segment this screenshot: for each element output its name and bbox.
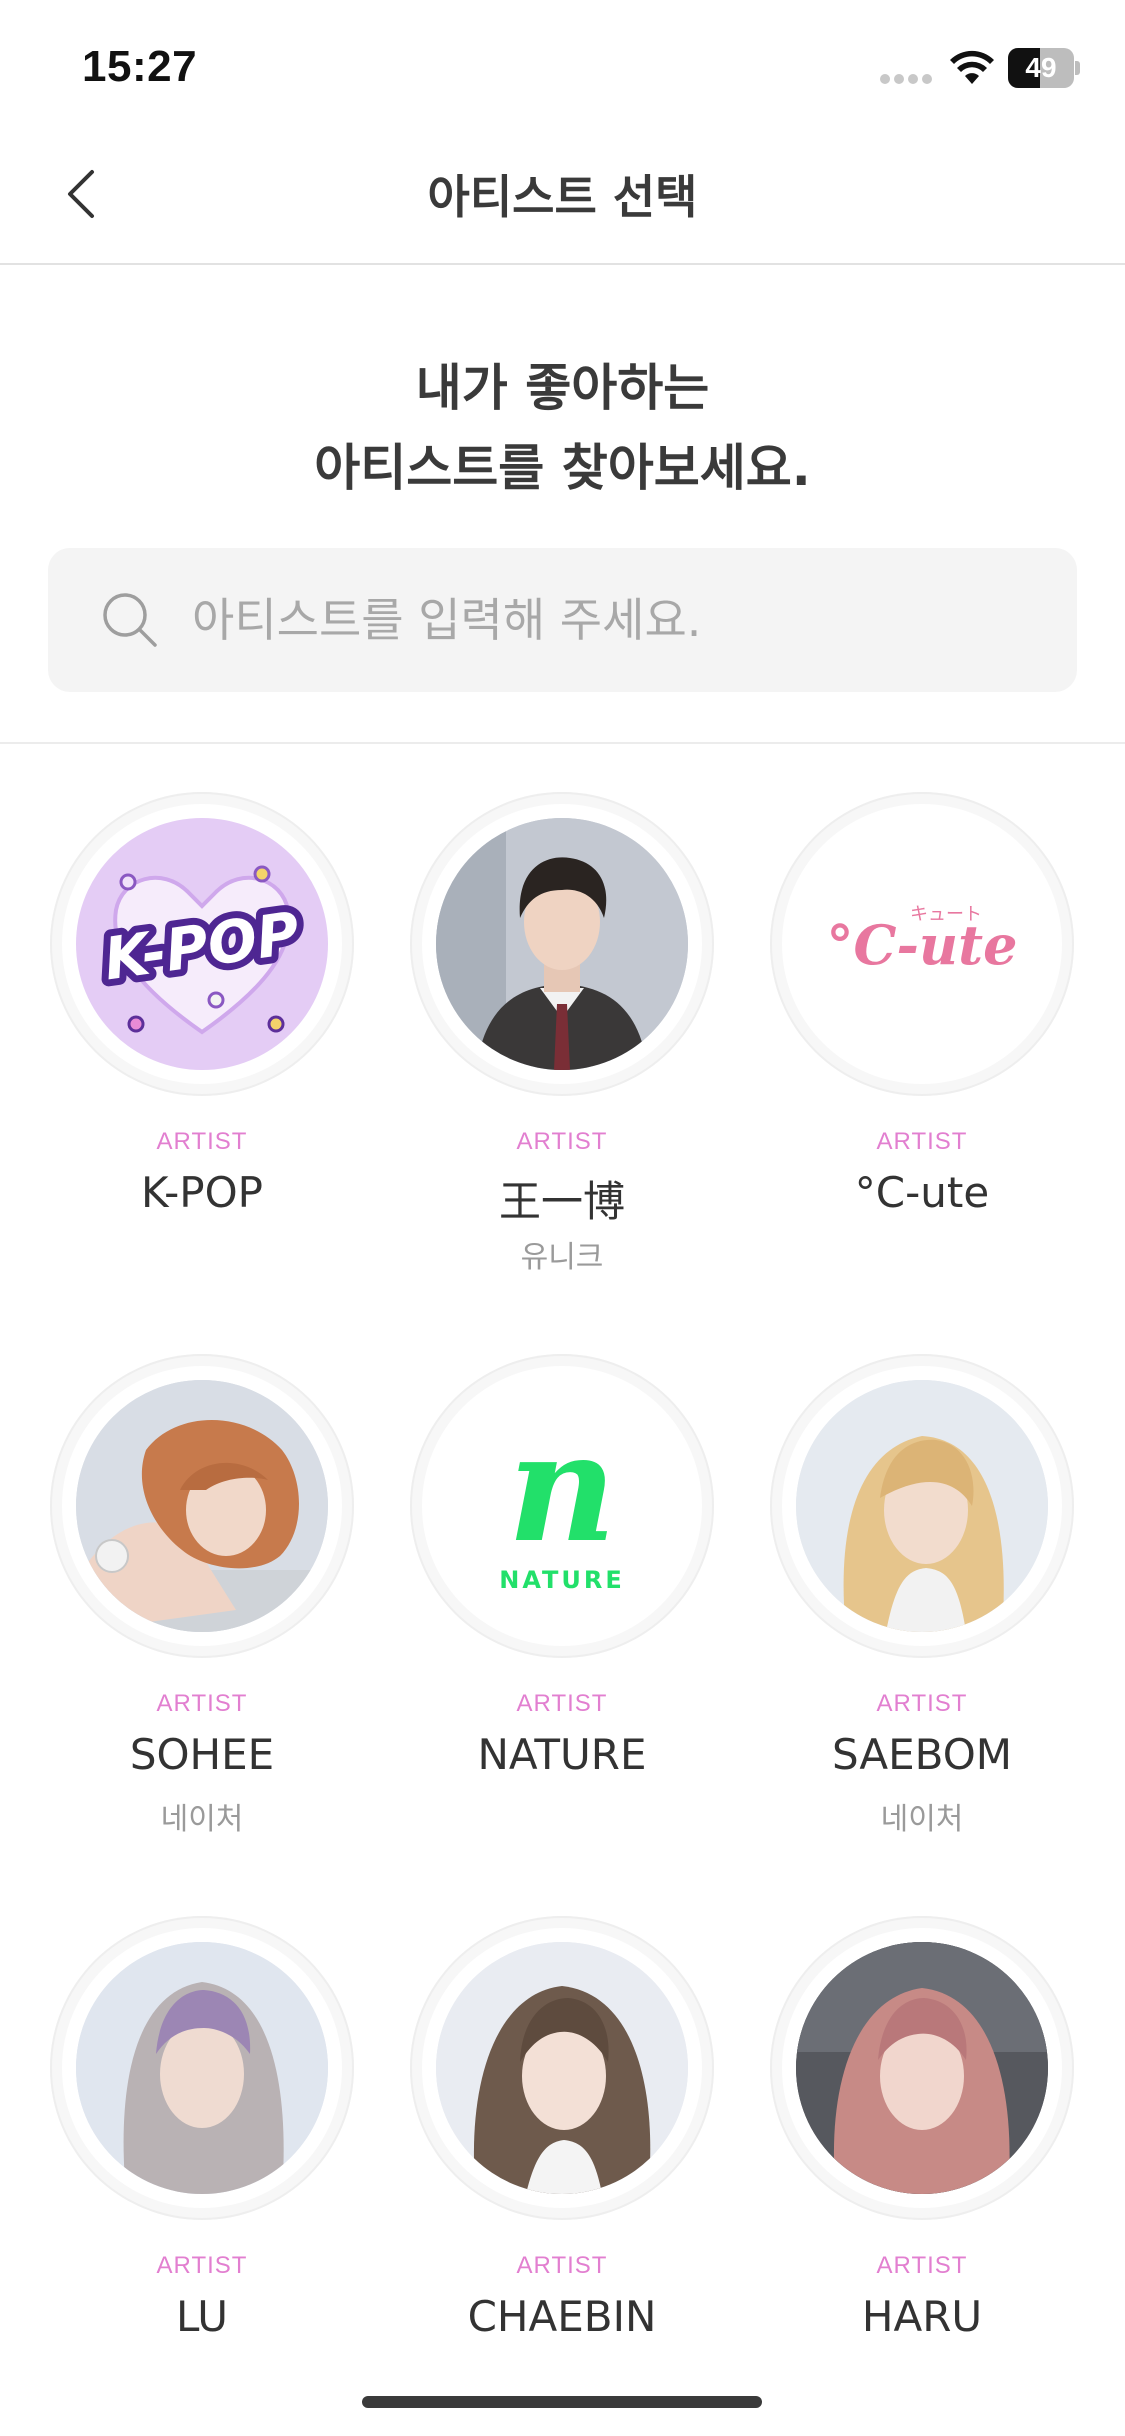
avatar-ring [770, 1354, 1074, 1658]
artist-name: °C-ute [854, 1168, 990, 1217]
artist-name: LU [175, 2292, 229, 2340]
nature-logo-text: NATURE [499, 1566, 625, 1594]
artist-tag: ARTIST [876, 1128, 968, 1155]
kpop-logo: K-POP K-POP [76, 818, 328, 1070]
artist-card-wang-yibo[interactable]: ARTIST 王一博 유니크 [382, 792, 742, 1332]
artist-tag: ARTIST [156, 1690, 248, 1717]
avatar-ring [50, 1916, 354, 2220]
artist-name: SAEBOM [831, 1730, 1013, 1779]
artist-grid: K-POP K-POP ARTIST K-POP ARTIST 王一博 유니크 … [0, 0, 1125, 2340]
avatar-ring: K-POP K-POP [50, 792, 354, 1096]
artist-tag: ARTIST [156, 1128, 248, 1155]
artist-name: SOHEE [129, 1730, 275, 1779]
artist-tag: ARTIST [876, 1690, 968, 1717]
cute-logo-text: °C-ute [827, 913, 1018, 977]
artist-group: 네이처 [880, 1802, 964, 1837]
artist-card-saebom[interactable]: ARTIST SAEBOM 네이처 [742, 1354, 1102, 1894]
artist-card-kpop[interactable]: K-POP K-POP ARTIST K-POP [22, 792, 382, 1332]
nature-logo-mark: n [507, 1400, 616, 1576]
home-indicator [362, 2396, 762, 2408]
artist-card-cute[interactable]: キュート °C-ute ARTIST °C-ute [742, 792, 1102, 1332]
artist-name: 王一博 [498, 1177, 625, 1226]
avatar-ring [50, 1354, 354, 1658]
artist-name: CHAEBIN [467, 2292, 657, 2340]
artist-photo [76, 1942, 328, 2194]
artist-tag: ARTIST [516, 1690, 608, 1717]
artist-group: 네이처 [160, 1802, 244, 1837]
artist-card-sohee[interactable]: ARTIST SOHEE 네이처 [22, 1354, 382, 1894]
avatar-ring [410, 792, 714, 1096]
cute-logo: キュート °C-ute [796, 818, 1048, 1070]
avatar-ring: キュート °C-ute [770, 792, 1074, 1096]
artist-tag: ARTIST [156, 2252, 248, 2279]
artist-photo [796, 1380, 1048, 1632]
artist-card-lu[interactable]: ARTIST LU [22, 1916, 382, 2340]
artist-tag: ARTIST [516, 1128, 608, 1155]
artist-select-screen: 15:27 49 아티스트 선택 내가 좋아하는 아티스트를 찾아보세요. 아티… [0, 0, 1125, 2436]
artist-name: NATURE [477, 1730, 647, 1779]
artist-name: HARU [861, 2292, 983, 2340]
bottom-safe-area [0, 2340, 1125, 2436]
artist-card-chaebin[interactable]: ARTIST CHAEBIN [382, 1916, 742, 2340]
artist-group: 유니크 [520, 1240, 604, 1275]
avatar-ring [770, 1916, 1074, 2220]
avatar-ring [410, 1916, 714, 2220]
artist-photo [436, 818, 688, 1070]
artist-name: K-POP [140, 1168, 263, 1217]
nature-logo: n NATURE [436, 1380, 688, 1632]
artist-photo [436, 1942, 688, 2194]
avatar-ring: n NATURE [410, 1354, 714, 1658]
artist-photo [76, 1380, 328, 1632]
artist-card-haru[interactable]: ARTIST HARU [742, 1916, 1102, 2340]
artist-photo [796, 1942, 1048, 2194]
artist-tag: ARTIST [516, 2252, 608, 2279]
artist-card-nature[interactable]: n NATURE ARTIST NATURE [382, 1354, 742, 1894]
artist-tag: ARTIST [876, 2252, 968, 2279]
